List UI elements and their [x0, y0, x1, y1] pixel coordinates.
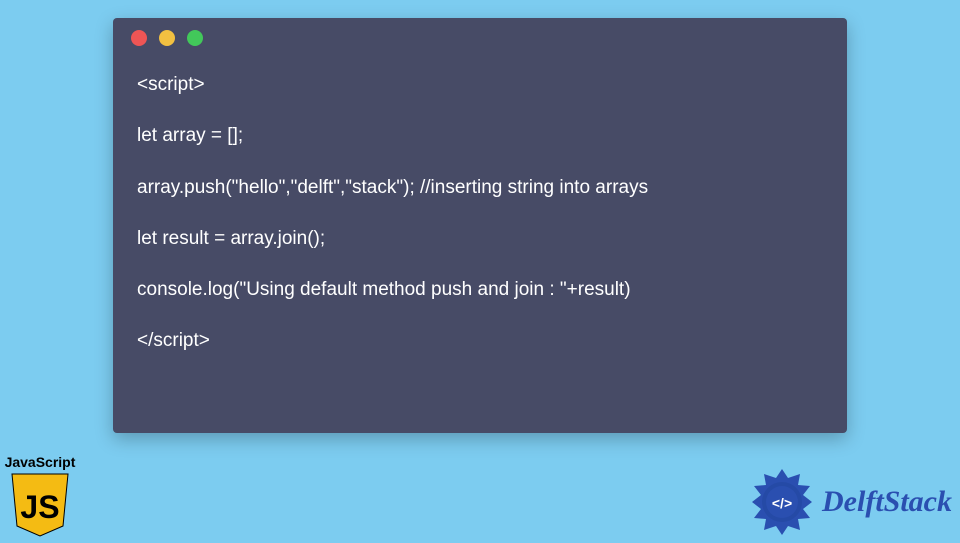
js-shield-text: JS	[20, 489, 59, 525]
window-titlebar	[113, 18, 847, 58]
javascript-label: JavaScript	[2, 454, 78, 470]
delftstack-logo: </> DelftStack	[748, 468, 952, 536]
delftstack-brand-text: DelftStack	[822, 485, 952, 519]
maximize-icon[interactable]	[187, 30, 203, 46]
delftstack-gear-icon: </>	[748, 468, 816, 536]
code-content: <script> let array = []; array.push("hel…	[113, 58, 847, 374]
code-window: <script> let array = []; array.push("hel…	[113, 18, 847, 433]
minimize-icon[interactable]	[159, 30, 175, 46]
javascript-shield-icon: JS	[10, 472, 70, 538]
delft-gear-glyph: </>	[772, 495, 792, 511]
javascript-badge: JavaScript JS	[2, 454, 78, 538]
close-icon[interactable]	[131, 30, 147, 46]
